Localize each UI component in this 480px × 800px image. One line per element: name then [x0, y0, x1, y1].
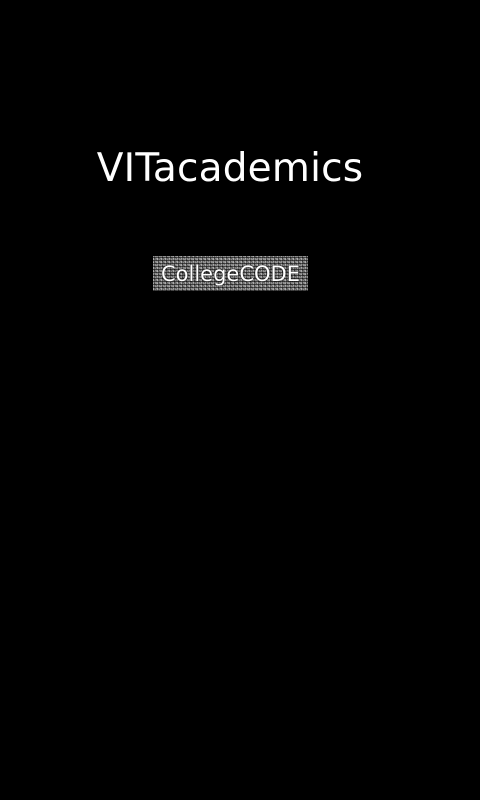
app-title: VITacademics: [96, 146, 364, 191]
publisher-badge: CollegeCODE: [153, 256, 308, 291]
splash-screen: VITacademics CollegeCODE: [0, 0, 480, 800]
